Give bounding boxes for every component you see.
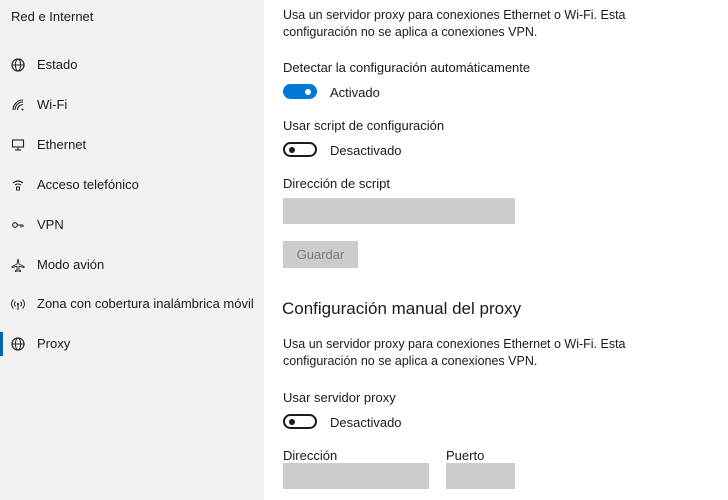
mobile-hotspot-icon [10,296,26,312]
sidebar-item-label: Acceso telefónico [37,177,139,192]
description-line: configuración no se aplica a conexiones … [283,25,538,39]
address-input[interactable] [283,463,429,489]
save-button[interactable]: Guardar [283,241,358,268]
sidebar-item-label: Wi-Fi [37,97,68,112]
sidebar-item-estado[interactable]: Estado [0,45,264,85]
airplane-icon [10,257,26,273]
toggle-knob [289,146,295,153]
manual-proxy-description: Usa un servidor proxy para conexiones Et… [283,336,663,370]
description-line: Usa un servidor proxy para conexiones Et… [283,8,626,22]
globe-icon [10,336,26,352]
dial-up-icon [10,177,26,193]
detect-settings-toggle[interactable] [283,84,317,99]
wifi-icon [10,97,26,113]
address-label: Dirección [283,448,338,463]
sidebar: Red e Internet Estado Wi-Fi Ethernet Acc… [0,0,264,500]
port-label: Puerto [446,448,485,463]
manual-proxy-heading: Configuración manual del proxy [282,299,522,318]
ethernet-icon [10,137,26,153]
toggle-knob [305,88,311,95]
script-address-label: Dirección de script [283,176,390,191]
sidebar-item-label: Modo avión [37,257,105,272]
port-input[interactable] [446,463,515,489]
use-proxy-state: Desactivado [330,415,402,430]
setup-script-state: Desactivado [330,143,402,158]
sidebar-item-airplane-mode[interactable]: Modo avión [0,245,264,285]
detect-settings-state: Activado [330,85,380,100]
setup-script-label: Usar script de configuración [283,118,445,133]
sidebar-title: Red e Internet [11,9,94,24]
description-line: configuración no se aplica a conexiones … [283,354,538,368]
sidebar-item-label: VPN [37,217,64,232]
sidebar-item-label: Ethernet [37,137,87,152]
sidebar-item-ethernet[interactable]: Ethernet [0,125,264,165]
sidebar-item-mobile-hotspot[interactable]: Zona con cobertura inalámbrica móvil [0,284,264,324]
vpn-icon [10,217,26,233]
sidebar-item-proxy[interactable]: Proxy [0,324,264,364]
use-proxy-toggle[interactable] [283,414,317,429]
setup-script-toggle[interactable] [283,142,317,157]
sidebar-item-vpn[interactable]: VPN [0,205,264,245]
sidebar-item-label: Zona con cobertura inalámbrica móvil [37,296,254,311]
script-address-input[interactable] [283,198,515,224]
detect-settings-label: Detectar la configuración automáticament… [283,60,531,75]
sidebar-item-wifi[interactable]: Wi-Fi [0,85,264,125]
sidebar-item-label: Estado [37,57,78,72]
sidebar-item-label: Proxy [37,336,71,351]
selected-indicator [0,332,3,356]
auto-proxy-description: Usa un servidor proxy para conexiones Et… [283,7,663,41]
description-line: Usa un servidor proxy para conexiones Et… [283,337,626,351]
globe-icon [10,57,26,73]
toggle-knob [289,418,295,425]
sidebar-item-dial-up[interactable]: Acceso telefónico [0,165,264,205]
use-proxy-label: Usar servidor proxy [283,390,396,405]
main-content: Usa un servidor proxy para conexiones Et… [264,0,728,500]
